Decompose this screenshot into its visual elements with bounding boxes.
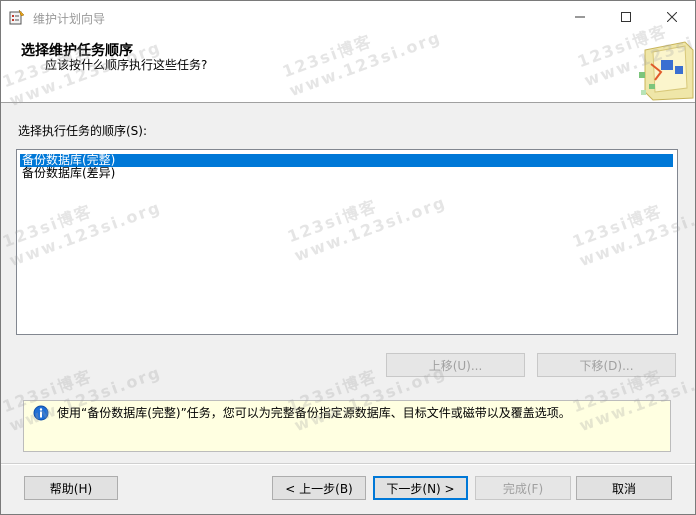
wizard-banner-icon <box>639 41 694 101</box>
task-info-text: 使用“备份数据库(完整)”任务，您可以为完整备份指定源数据库、目标文件或磁带以及… <box>57 406 571 420</box>
wizard-header: 选择维护任务顺序 应该按什么顺序执行这些任务? <box>1 32 695 103</box>
info-icon <box>33 405 49 421</box>
move-up-button[interactable]: 上移(U)... <box>386 353 525 377</box>
minimize-icon <box>575 16 585 17</box>
list-item[interactable]: 备份数据库(完整) <box>20 154 673 167</box>
maximize-icon <box>621 11 631 22</box>
wizard-app-icon <box>9 9 25 25</box>
move-down-button[interactable]: 下移(D)... <box>537 353 676 377</box>
window-title: 维护计划向导 <box>33 12 106 26</box>
task-order-list[interactable]: 备份数据库(完整) 备份数据库(差异) <box>16 149 678 335</box>
cancel-button[interactable]: 取消 <box>576 476 672 500</box>
back-button[interactable]: < 上一步(B) <box>272 476 366 500</box>
help-button[interactable]: 帮助(H) <box>24 476 118 500</box>
minimize-button[interactable] <box>557 1 603 32</box>
close-button[interactable] <box>649 1 695 32</box>
close-icon <box>667 11 677 22</box>
footer-divider <box>1 463 695 465</box>
list-item[interactable]: 备份数据库(差异) <box>20 167 673 180</box>
wizard-window: 维护计划向导 选择维护任务顺序 应该按什么顺序执行这些任务? 选择执行任务的顺序… <box>0 0 696 515</box>
finish-button[interactable]: 完成(F) <box>475 476 571 500</box>
task-order-label: 选择执行任务的顺序(S): <box>18 124 148 138</box>
next-button[interactable]: 下一步(N) > <box>373 476 468 500</box>
maximize-button[interactable] <box>603 1 649 32</box>
task-info-box: 使用“备份数据库(完整)”任务，您可以为完整备份指定源数据库、目标文件或磁带以及… <box>23 400 671 452</box>
page-subtitle: 应该按什么顺序执行这些任务? <box>45 58 208 72</box>
title-bar: 维护计划向导 <box>1 1 695 32</box>
